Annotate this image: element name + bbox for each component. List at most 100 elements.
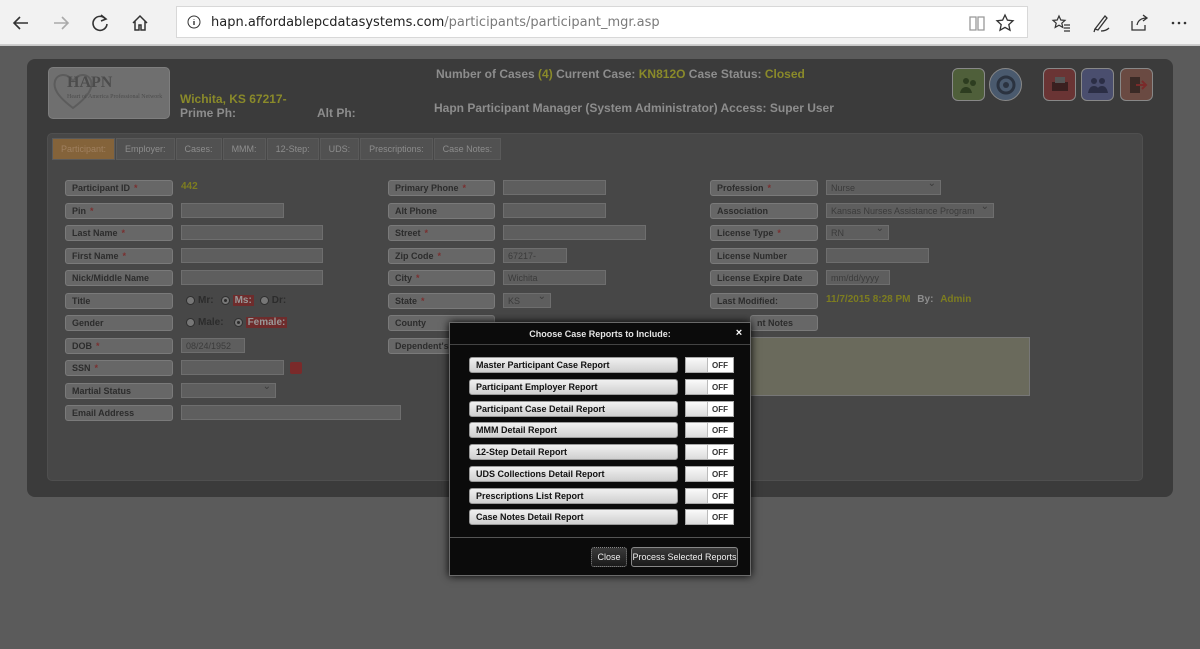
toggle-participant-employer[interactable]: OFF [685,379,734,395]
nick-name-input[interactable] [181,270,323,285]
license-type-select[interactable]: RN [826,225,889,240]
toggle-knob [686,445,708,459]
tab-prescriptions[interactable]: Prescriptions: [360,138,433,160]
process-reports-button[interactable]: Process Selected Reports [631,547,738,567]
back-icon[interactable] [6,8,36,38]
state-select[interactable]: KS [503,293,551,308]
street-label: Street * [388,225,495,241]
report-mmm-detail: MMM Detail Report [469,422,678,438]
license-expire-input[interactable]: mm/dd/yyyy [826,270,890,285]
toggle-uds-collections[interactable]: OFF [685,466,734,482]
title-dr-radio[interactable] [259,296,269,305]
toggle-state: OFF [712,360,728,370]
dob-input[interactable]: 08/24/1952 [181,338,245,353]
report-master-participant: Master Participant Case Report [469,357,678,373]
participant-notes-textarea[interactable] [727,337,1030,396]
email-label: Email Address [65,405,173,421]
tab-mmm[interactable]: MMM: [222,138,266,160]
reading-view-icon[interactable] [962,8,992,38]
city-state: Wichita, KS 67217- [180,92,287,106]
ssn-input[interactable] [181,360,284,375]
more-icon[interactable] [1164,8,1194,38]
close-icon[interactable]: × [733,327,745,339]
toggle-state: OFF [712,512,728,522]
hapn-logo: HAPN Heart of America Professional Netwo… [48,67,170,119]
primary-phone-input[interactable] [503,180,606,195]
toggle-mmm-detail[interactable]: OFF [685,422,734,438]
ssn-label-text: SSN [72,363,91,373]
toggle-knob [686,467,708,481]
profession-select[interactable]: Nurse [826,180,941,195]
zip-code-input[interactable]: 67217- [503,248,567,263]
unlock-icon[interactable] [290,362,302,374]
tab-12-step[interactable]: 12-Step: [266,138,319,160]
required-mark: * [424,228,429,238]
num-cases-value: (4) [538,67,553,81]
share-icon[interactable] [1124,8,1154,38]
toggle-master-participant[interactable]: OFF [685,357,734,373]
toggle-prescriptions-list[interactable]: OFF [685,488,734,504]
participant-id-label: Participant ID * [65,180,173,196]
profession-label-text: Profession [717,183,764,193]
prime-ph-label: Prime Ph: [180,106,237,120]
tab-employer[interactable]: Employer: [116,138,175,160]
zip-code-label: Zip Code * [388,248,495,264]
first-name-label: First Name * [65,248,173,264]
marital-status-select[interactable] [181,383,276,398]
license-expire-label: License Expire Date [710,270,818,286]
by-value: Admin [940,294,972,305]
participant-notes-label: nt Notes [750,315,818,331]
info-icon[interactable] [187,15,201,29]
toggle-knob [686,510,708,524]
case-reports-modal: Choose Case Reports to Include: × Master… [449,322,751,576]
tab-cases[interactable]: Cases: [175,138,222,160]
email-input[interactable] [181,405,401,420]
modal-title: Choose Case Reports to Include: [529,328,671,339]
logout-icon[interactable] [1120,68,1153,101]
pin-input[interactable] [181,203,284,218]
participants-icon[interactable] [952,68,985,101]
last-modified-label: Last Modified: [710,293,818,309]
required-mark: * [462,183,467,193]
address-bar[interactable]: hapn.affordablepcdatasystems.com/partici… [176,6,1028,38]
toggle-case-notes-detail[interactable]: OFF [685,509,734,525]
street-input[interactable] [503,225,646,240]
toggle-state: OFF [712,425,728,435]
users-icon[interactable] [1081,68,1114,101]
tab-participant[interactable]: Participant: [52,138,116,160]
gender-male-text: Male: [198,317,224,328]
dob-label-text: DOB [72,341,92,351]
association-select[interactable]: Kansas Nurses Assistance Program [826,203,994,218]
close-button[interactable]: Close [591,547,627,567]
print-icon[interactable] [1043,68,1076,101]
first-name-input[interactable] [181,248,323,263]
last-modified-value: 11/7/2015 8:28 PM By: Admin [826,294,971,305]
participant-id-value: 442 [181,181,198,192]
gender-label: Gender [65,315,173,331]
tab-uds[interactable]: UDS: [319,138,360,160]
license-number-input[interactable] [826,248,929,263]
gender-female-radio[interactable] [233,318,243,327]
modal-footer: Close Process Selected Reports [450,537,750,577]
logo-title: HAPN [67,74,113,91]
home-icon[interactable] [125,8,155,38]
toggle-12-step-detail[interactable]: OFF [685,444,734,460]
license-type-label-text: License Type [717,228,774,238]
city-input[interactable]: Wichita [503,270,606,285]
title-ms-radio[interactable] [220,296,230,305]
settings-icon[interactable] [989,68,1022,101]
alt-phone-input[interactable] [503,203,606,218]
refresh-icon[interactable] [85,8,115,38]
favorite-star-icon[interactable] [990,8,1020,38]
title-mr-radio[interactable] [186,296,195,305]
favorites-hub-icon[interactable] [1046,8,1076,38]
num-cases-label: Number of Cases [436,67,535,81]
last-name-input[interactable] [181,225,323,240]
gender-male-radio[interactable] [186,318,195,327]
tab-case-notes[interactable]: Case Notes: [433,138,502,160]
toggle-participant-case-detail[interactable]: OFF [685,401,734,417]
forward-icon[interactable] [46,8,76,38]
pen-icon[interactable] [1086,8,1116,38]
browser-toolbar: hapn.affordablepcdatasystems.com/partici… [0,0,1200,45]
required-mark: * [122,251,127,261]
